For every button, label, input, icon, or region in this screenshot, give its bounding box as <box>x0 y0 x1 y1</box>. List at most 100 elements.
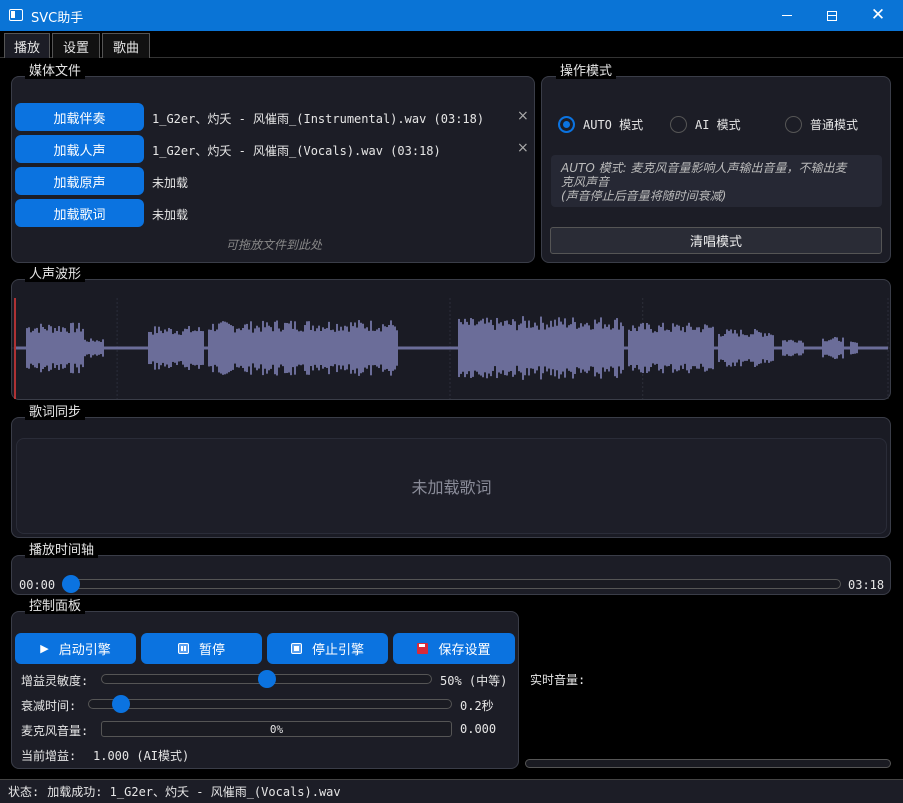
mode-description: AUTO 模式: 麦克风音量影响人声输出音量，不输出麦 克风声音 (声音停止后音… <box>551 155 882 207</box>
load-vocals-button[interactable]: 加载人声 <box>15 135 144 163</box>
stop-engine-button[interactable]: 停止引擎 <box>267 633 388 664</box>
radio-ai-mode[interactable]: AI 模式 <box>670 116 741 133</box>
waveform-sample <box>414 346 416 350</box>
load-lyrics-button[interactable]: 加载歌词 <box>15 199 144 227</box>
waveform-sample <box>432 346 434 350</box>
waveform-canvas[interactable] <box>12 282 890 399</box>
waveform-sample <box>248 329 250 367</box>
start-engine-label: 启动引擎 <box>58 643 111 658</box>
waveform-sample <box>94 341 96 355</box>
waveform-sample <box>366 327 368 369</box>
waveform-sample <box>700 332 702 364</box>
waveform-sample <box>504 320 506 376</box>
waveform-sample <box>416 346 418 350</box>
waveform-sample <box>378 327 380 369</box>
waveform-sample <box>116 346 118 350</box>
maximize-button[interactable] <box>809 0 855 31</box>
waveform-sample <box>376 329 378 367</box>
waveform-sample <box>448 346 450 350</box>
waveform-sample <box>260 331 262 365</box>
waveform-sample <box>824 341 826 355</box>
waveform-sample <box>832 338 834 358</box>
waveform-sample <box>150 331 152 365</box>
waveform-sample <box>866 346 868 350</box>
waveform-sample <box>854 342 856 354</box>
waveform-sample <box>728 330 730 366</box>
waveform-sample <box>452 346 454 350</box>
waveform-sample <box>24 346 26 350</box>
timeline-slider-track[interactable] <box>62 579 841 589</box>
waveform-sample <box>622 326 624 370</box>
waveform-sample <box>814 346 816 350</box>
waveform-sample <box>764 333 766 363</box>
waveform-sample <box>872 346 874 350</box>
minimize-button[interactable] <box>764 0 810 31</box>
waveform-sample <box>724 334 726 362</box>
waveform-sample <box>102 339 104 357</box>
waveform-sample <box>608 324 610 372</box>
waveform-sample <box>164 329 166 367</box>
save-settings-button[interactable]: 保存设置 <box>393 633 515 664</box>
waveform-sample <box>216 329 218 367</box>
waveform-sample <box>604 324 606 372</box>
timeline-slider-thumb[interactable] <box>62 575 80 593</box>
gain-sensitivity-thumb[interactable] <box>257 670 276 688</box>
waveform-sample <box>264 327 266 369</box>
radio-ai-label: AI 模式 <box>695 118 741 132</box>
waveform-sample <box>358 320 360 376</box>
radio-normal-mode[interactable]: 普通模式 <box>785 116 858 133</box>
stop-engine-label: 停止引擎 <box>311 643 364 658</box>
waveform-sample <box>530 327 532 369</box>
waveform-sample <box>84 339 86 357</box>
radio-normal-label: 普通模式 <box>810 118 859 132</box>
waveform-sample <box>390 320 392 376</box>
waveform-sample <box>494 329 496 367</box>
waveform-sample <box>862 346 864 350</box>
waveform-sample <box>134 346 136 350</box>
tab-songs[interactable]: 歌曲 <box>102 33 150 58</box>
waveform-sample <box>438 346 440 350</box>
waveform-sample <box>332 329 334 367</box>
waveform-sample <box>460 322 462 374</box>
waveform-sample <box>618 329 620 367</box>
waveform-sample <box>762 336 764 360</box>
waveform-sample <box>310 329 312 367</box>
waveform-sample <box>650 328 652 368</box>
waveform-sample <box>672 323 674 373</box>
waveform-sample <box>856 342 858 354</box>
instrumental-file-label: 1_G2er、灼夭 - 风催雨_(Instrumental).wav (03:1… <box>152 112 485 126</box>
waveform-sample <box>620 322 622 374</box>
waveform-sample <box>362 323 364 373</box>
tab-settings[interactable]: 设置 <box>52 33 100 58</box>
waveform-sample <box>662 322 664 374</box>
radio-auto-mode[interactable]: AUTO 模式 <box>558 116 643 133</box>
waveform-sample <box>546 324 548 372</box>
clear-instrumental-icon[interactable]: × <box>517 108 529 124</box>
waveform-sample <box>144 346 146 350</box>
waveform-sample <box>698 327 700 369</box>
title-bar: SVC助手 ✕ <box>0 0 903 31</box>
close-button[interactable]: ✕ <box>855 0 901 31</box>
tab-play[interactable]: 播放 <box>4 33 50 58</box>
start-engine-button[interactable]: ▶ 启动引擎 <box>15 633 136 664</box>
waveform-sample <box>780 346 782 350</box>
waveform-sample <box>642 322 644 374</box>
decay-time-track[interactable] <box>88 699 452 709</box>
waveform-sample <box>478 321 480 375</box>
load-instrumental-button[interactable]: 加载伴奏 <box>15 103 144 131</box>
waveform-sample <box>812 346 814 350</box>
waveform-sample <box>518 324 520 372</box>
waveform-sample <box>674 326 676 370</box>
waveform-sample <box>522 316 524 380</box>
waveform-sample <box>678 325 680 371</box>
waveform-sample <box>732 333 734 363</box>
waveform-sample <box>496 317 498 379</box>
waveform-sample <box>18 346 20 350</box>
acapella-mode-button[interactable]: 清唱模式 <box>550 227 882 254</box>
waveform-sample <box>734 329 736 367</box>
waveform-sample <box>336 323 338 373</box>
current-gain-label: 当前增益: <box>21 749 77 763</box>
pause-button[interactable]: 暂停 <box>141 633 262 664</box>
load-original-button[interactable]: 加载原声 <box>15 167 144 195</box>
clear-vocals-icon[interactable]: × <box>517 140 529 156</box>
